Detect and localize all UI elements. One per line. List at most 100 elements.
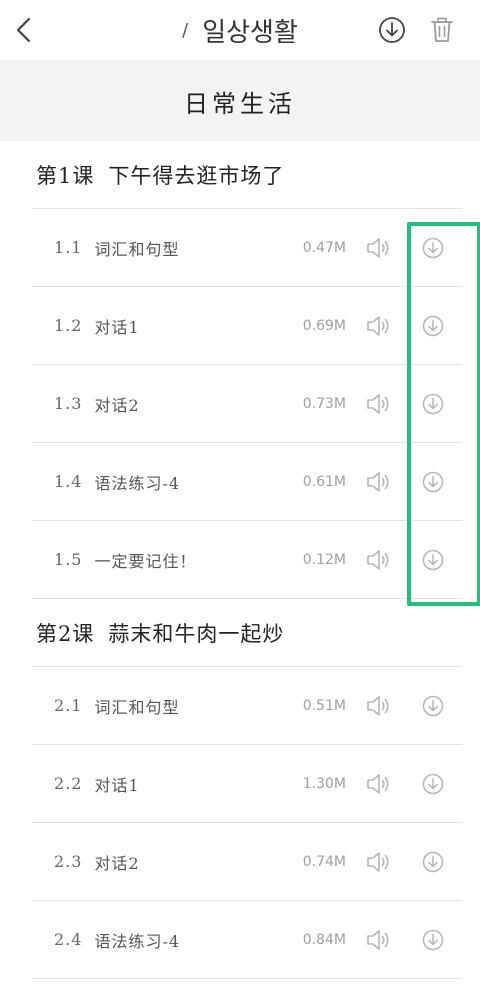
lesson-section: 第1课 下午得去逛市场了 1.1 词汇和句型 0.47M 1.2 对话1 0.69M…	[0, 142, 480, 599]
download-icon	[422, 549, 444, 571]
download-icon	[422, 237, 444, 259]
speaker-icon	[367, 238, 389, 258]
list-item[interactable]: 2.1 词汇和句型 0.51M	[32, 667, 462, 745]
download-all-button[interactable]	[374, 12, 410, 48]
trash-icon	[431, 17, 453, 42]
list-item[interactable]: 1.1 词汇和句型 0.47M	[32, 209, 462, 287]
speaker-icon	[367, 472, 389, 492]
lesson-name: 下午得去逛市场了	[108, 164, 285, 188]
book-title: 日常生活	[184, 89, 296, 118]
play-audio-button[interactable]	[364, 925, 394, 955]
download-item-button[interactable]	[418, 467, 448, 497]
file-size: 0.73M	[302, 395, 346, 412]
speaker-icon	[367, 930, 389, 950]
item-label: 2.3 对话2	[54, 823, 140, 900]
item-title: 对话2	[94, 395, 140, 415]
top-bar: / 일상생활	[0, 0, 480, 61]
chevron-left-icon	[16, 17, 31, 43]
file-size: 0.84M	[302, 931, 346, 948]
download-icon	[379, 17, 405, 43]
file-size: 1.30M	[302, 775, 346, 792]
item-label: 2.4 语法练习-4	[54, 901, 180, 978]
file-size: 0.69M	[302, 317, 346, 334]
speaker-icon	[367, 696, 389, 716]
list-item[interactable]: 1.3 对话2 0.73M	[32, 365, 462, 443]
item-title: 对话2	[94, 853, 140, 873]
item-number: 2.4	[54, 930, 83, 949]
lesson-items: 2.1 词汇和句型 0.51M 2.2 对话1 1.30M 2.3 对话2 0.74M…	[32, 666, 462, 979]
item-label: 1.4 语法练习-4	[54, 443, 180, 520]
speaker-icon	[367, 550, 389, 570]
play-audio-button[interactable]	[364, 691, 394, 721]
item-number: 1.2	[54, 316, 83, 335]
download-item-button[interactable]	[418, 691, 448, 721]
download-icon	[422, 315, 444, 337]
item-label: 2.1 词汇和句型	[54, 667, 179, 744]
download-icon	[422, 471, 444, 493]
speaker-icon	[367, 774, 389, 794]
back-button[interactable]	[6, 10, 42, 50]
file-size: 0.61M	[302, 473, 346, 490]
list-item[interactable]: 1.4 语法练习-4 0.61M	[32, 443, 462, 521]
speaker-icon	[367, 316, 389, 336]
item-number: 1.1	[54, 238, 83, 257]
item-number: 1.4	[54, 472, 83, 491]
speaker-icon	[367, 394, 389, 414]
list-item[interactable]: 2.2 对话1 1.30M	[32, 745, 462, 823]
play-audio-button[interactable]	[364, 233, 394, 263]
item-number: 2.1	[54, 696, 83, 715]
download-item-button[interactable]	[418, 769, 448, 799]
play-audio-button[interactable]	[364, 389, 394, 419]
play-audio-button[interactable]	[364, 769, 394, 799]
item-title: 语法练习-4	[94, 473, 181, 493]
lesson-name: 蒜末和牛肉一起炒	[108, 622, 285, 646]
download-item-button[interactable]	[418, 311, 448, 341]
lesson-section: 第2课 蒜末和牛肉一起炒 2.1 词汇和句型 0.51M 2.2 对话1 1.30M…	[0, 600, 480, 979]
item-title: 对话1	[94, 317, 140, 337]
file-size: 0.47M	[302, 239, 346, 256]
lesson-title: 第2课 蒜末和牛肉一起炒	[0, 600, 480, 666]
file-size: 0.12M	[302, 551, 346, 568]
lesson-number: 第1课	[36, 164, 95, 188]
list-item[interactable]: 1.5 一定要记住！ 0.12M	[32, 521, 462, 599]
item-number: 2.3	[54, 852, 83, 871]
lesson-number: 第2课	[36, 622, 95, 646]
download-item-button[interactable]	[418, 233, 448, 263]
download-icon	[422, 851, 444, 873]
download-item-button[interactable]	[418, 847, 448, 877]
speaker-icon	[367, 852, 389, 872]
list-item[interactable]: 2.3 对话2 0.74M	[32, 823, 462, 901]
lesson-title: 第1课 下午得去逛市场了	[0, 142, 480, 208]
lesson-items: 1.1 词汇和句型 0.47M 1.2 对话1 0.69M 1.3 对话2 0.73M…	[32, 208, 462, 599]
page-title: / 일상생활	[120, 10, 360, 50]
item-title: 语法练习-4	[94, 931, 181, 951]
title-slash: /	[182, 19, 189, 41]
play-audio-button[interactable]	[364, 311, 394, 341]
play-audio-button[interactable]	[364, 847, 394, 877]
item-label: 1.5 一定要记住！	[54, 521, 196, 598]
file-size: 0.51M	[302, 697, 346, 714]
play-audio-button[interactable]	[364, 467, 394, 497]
item-number: 2.2	[54, 774, 83, 793]
download-icon	[422, 773, 444, 795]
item-label: 1.2 对话1	[54, 287, 140, 364]
delete-button[interactable]	[424, 12, 460, 48]
item-number: 1.5	[54, 550, 83, 569]
download-item-button[interactable]	[418, 389, 448, 419]
book-title-banner: 日常生活	[0, 61, 480, 141]
play-audio-button[interactable]	[364, 545, 394, 575]
item-title: 一定要记住！	[94, 551, 197, 571]
item-number: 1.3	[54, 394, 83, 413]
download-item-button[interactable]	[418, 545, 448, 575]
item-title: 词汇和句型	[94, 697, 180, 717]
title-text: 일상생활	[202, 17, 298, 48]
download-icon	[422, 929, 444, 951]
list-item[interactable]: 1.2 对话1 0.69M	[32, 287, 462, 365]
download-icon	[422, 695, 444, 717]
item-label: 2.2 对话1	[54, 745, 140, 822]
file-size: 0.74M	[302, 853, 346, 870]
download-item-button[interactable]	[418, 925, 448, 955]
list-item[interactable]: 2.4 语法练习-4 0.84M	[32, 901, 462, 979]
download-icon	[422, 393, 444, 415]
item-title: 词汇和句型	[94, 239, 180, 259]
